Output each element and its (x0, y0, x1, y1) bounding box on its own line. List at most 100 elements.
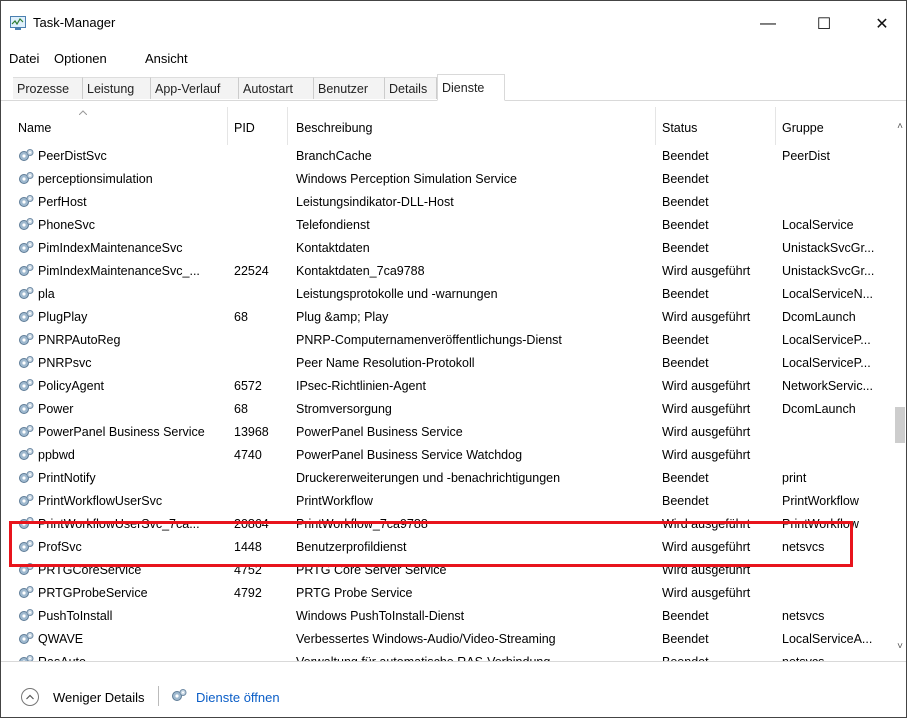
service-pid: 4740 (234, 448, 262, 462)
service-pid: 68 (234, 402, 248, 416)
service-status: Beendet (662, 609, 709, 623)
table-row[interactable]: PrintWorkflowUserSvc_7ca... 20864 PrintWor… (1, 513, 894, 536)
tab-details[interactable]: Details (385, 77, 437, 99)
service-description: Stromversorgung (296, 402, 392, 416)
table-row[interactable]: PhoneSvc Telefondienst Beendet LocalService (1, 214, 894, 237)
table-row[interactable]: PimIndexMaintenanceSvc_... 22524 Kontaktda… (1, 260, 894, 283)
close-button[interactable]: ✕ (859, 1, 905, 47)
service-status: Wird ausgeführt (662, 586, 751, 600)
service-status: Wird ausgeführt (662, 310, 751, 324)
table-row[interactable]: perceptionsimulation Windows Perception S… (1, 168, 894, 191)
open-services-link[interactable]: Dienste öffnen (196, 690, 280, 705)
service-description: Leistungsindikator-DLL-Host (296, 195, 454, 209)
service-description: Windows PushToInstall-Dienst (296, 609, 465, 623)
menu-datei[interactable]: Datei (9, 51, 39, 66)
service-description: BranchCache (296, 149, 372, 163)
column-divider[interactable] (227, 107, 228, 145)
table-row[interactable]: PolicyAgent 6572 IPsec-Richtlinien-Agent Wi… (1, 375, 894, 398)
service-gear-icon (18, 401, 34, 417)
service-status: Wird ausgeführt (662, 264, 751, 278)
service-group: LocalServiceN... (782, 287, 874, 301)
table-row[interactable]: PRTGCoreService 4752 PRTG Core Server Serv… (1, 559, 894, 582)
column-header-status[interactable]: Status (662, 121, 697, 135)
service-status: Beendet (662, 241, 709, 255)
tab-app-verlauf[interactable]: App-Verlauf (151, 77, 239, 99)
service-status: Beendet (662, 471, 709, 485)
table-row[interactable]: PRTGProbeService 4792 PRTG Probe Service Wi… (1, 582, 894, 605)
column-divider[interactable] (655, 107, 656, 145)
service-gear-icon (18, 608, 34, 624)
service-group: LocalServiceP... (782, 333, 871, 347)
service-name: PRTGProbeService (38, 586, 148, 600)
tab-autostart[interactable]: Autostart (239, 77, 314, 99)
table-row[interactable]: RasAutoVerwaltung für automatische RAS-V… (1, 651, 894, 661)
service-gear-icon (18, 516, 34, 532)
tab-dienste[interactable]: Dienste (437, 74, 505, 101)
vertical-scrollbar[interactable]: ˄ ˅ (894, 101, 906, 661)
service-gear-icon (18, 562, 34, 578)
service-description: IPsec-Richtlinien-Agent (296, 379, 426, 393)
chevron-up-icon[interactable] (21, 688, 39, 706)
service-gear-icon (18, 240, 34, 256)
service-description: Plug &amp; Play (296, 310, 389, 324)
column-header-group[interactable]: Gruppe (782, 121, 824, 135)
tab-leistung[interactable]: Leistung (83, 77, 151, 99)
column-header-name[interactable]: Name (18, 121, 51, 135)
service-description: PrintWorkflow (296, 494, 373, 508)
service-status: Beendet (662, 218, 709, 232)
service-group: UnistackSvcGr... (782, 241, 875, 255)
menu-ansicht[interactable]: Ansicht (145, 51, 188, 66)
table-row[interactable]: PimIndexMaintenanceSvc Kontaktdaten Beende… (1, 237, 894, 260)
service-description: PRTG Core Server Service (296, 563, 447, 577)
table-row[interactable]: ppbwd 4740 PowerPanel Business Service Wat… (1, 444, 894, 467)
service-gear-icon (18, 631, 34, 647)
column-header-description[interactable]: Beschreibung (296, 121, 372, 135)
table-row[interactable]: PNRPsvc Peer Name Resolution-Protokoll Bee… (1, 352, 894, 375)
column-divider[interactable] (775, 107, 776, 145)
table-row[interactable]: PowerPanel Business Service 13968 PowerPan… (1, 421, 894, 444)
task-manager-window: Task-Manager — ☐ ✕ Datei Optionen Ansich… (0, 0, 907, 718)
maximize-button[interactable]: ☐ (801, 1, 847, 47)
table-row[interactable]: PerfHost Leistungsindikator-DLL-Host Beend… (1, 191, 894, 214)
service-gear-icon (18, 309, 34, 325)
table-row[interactable]: PrintWorkflowUserSvc PrintWorkflow Beendet… (1, 490, 894, 513)
service-status: Wird ausgeführt (662, 425, 751, 439)
service-description: PowerPanel Business Service (296, 425, 463, 439)
service-name: PrintWorkflowUserSvc (38, 494, 163, 508)
table-row[interactable]: PeerDistSvc BranchCache Beendet PeerDist (1, 145, 894, 168)
service-status: Beendet (662, 149, 709, 163)
service-group: PrintWorkflow (782, 494, 859, 508)
service-name: QWAVE (38, 632, 84, 646)
service-status: Wird ausgeführt (662, 517, 751, 531)
table-row[interactable]: QWAVE Verbessertes Windows-Audio/Video-St… (1, 628, 894, 651)
service-group: DcomLaunch (782, 310, 856, 324)
table-row[interactable]: PlugPlay 68 Plug &amp; Play Wird ausgeführt… (1, 306, 894, 329)
column-divider[interactable] (287, 107, 288, 145)
service-status: Wird ausgeführt (662, 448, 751, 462)
services-gear-icon (172, 689, 187, 701)
table-row[interactable]: pla Leistungsprotokolle und -warnungen Bee… (1, 283, 894, 306)
scroll-down-icon[interactable]: ˅ (894, 641, 906, 652)
service-name: PowerPanel Business Service (38, 425, 205, 439)
minimize-button[interactable]: — (745, 1, 791, 47)
tab-benutzer[interactable]: Benutzer (314, 77, 385, 99)
service-gear-icon (18, 424, 34, 440)
fewer-details-button[interactable]: Weniger Details (53, 690, 145, 705)
column-header-pid[interactable]: PID (234, 121, 255, 135)
menu-optionen[interactable]: Optionen (54, 51, 107, 66)
tab-prozesse[interactable]: Prozesse (13, 77, 83, 99)
scroll-up-icon[interactable]: ˄ (894, 121, 906, 132)
table-row[interactable]: PNRPAutoReg PNRP-Computernamenveröffentli… (1, 329, 894, 352)
table-row[interactable]: Power 68 Stromversorgung Wird ausgeführt Dco… (1, 398, 894, 421)
table-row[interactable]: PushToInstall Windows PushToInstall-Diens… (1, 605, 894, 628)
service-name: PimIndexMaintenanceSvc_... (38, 264, 200, 278)
service-name: PimIndexMaintenanceSvc (38, 241, 183, 255)
menu-bar: Datei Optionen Ansicht (1, 47, 906, 71)
service-name: PrintNotify (38, 471, 96, 485)
scrollbar-thumb[interactable] (895, 407, 905, 443)
table-row[interactable]: PrintNotify Druckererweiterungen und -ben… (1, 467, 894, 490)
table-row[interactable]: ProfSvc 1448 Benutzerprofildienst Wird ausg… (1, 536, 894, 559)
service-gear-icon (18, 470, 34, 486)
service-group: print (782, 471, 807, 485)
service-description: PowerPanel Business Service Watchdog (296, 448, 523, 462)
